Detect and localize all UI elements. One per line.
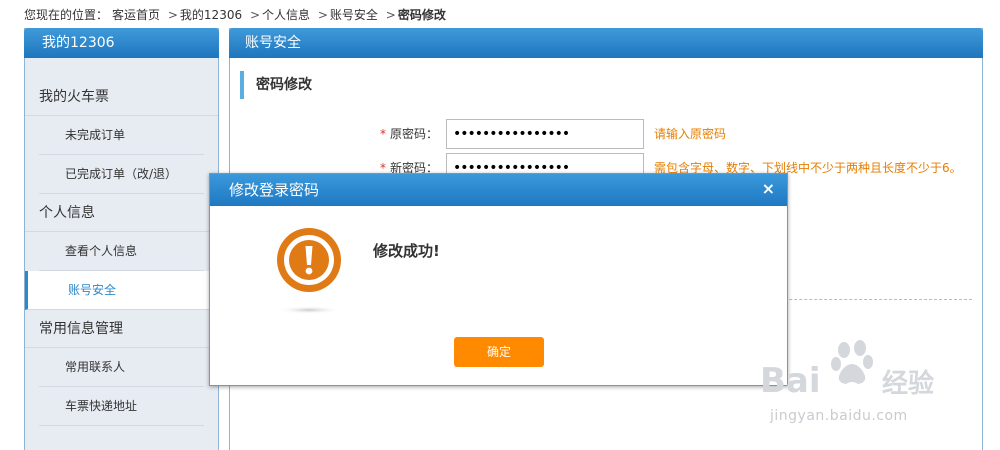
required-mark: *	[380, 127, 386, 141]
breadcrumb-item-personal-info[interactable]: 个人信息	[262, 8, 310, 22]
exclamation-circle-icon	[277, 228, 341, 314]
dialog-message: 修改成功!	[373, 242, 440, 260]
watermark-url: jingyan.baidu.com	[770, 408, 908, 424]
old-password-hint: 请输入原密码	[654, 127, 727, 141]
svg-text:Bai: Bai	[760, 361, 821, 401]
section-title: 密码修改	[240, 71, 312, 99]
breadcrumb-item-account-security[interactable]: 账号安全	[330, 8, 378, 22]
old-password-input[interactable]	[446, 119, 644, 149]
sidebar-group-common-info: 常用信息管理	[25, 310, 218, 348]
sidebar-item-unfinished-orders[interactable]: 未完成订单	[39, 116, 204, 155]
sidebar-group-my-tickets: 我的火车票	[25, 78, 218, 116]
sidebar: 我的12306 我的火车票 未完成订单 已完成订单（改/退） 个人信息 查看个人…	[24, 28, 219, 450]
sidebar-item-account-security[interactable]: 账号安全	[25, 271, 218, 310]
main-panel-title: 账号安全	[229, 28, 983, 58]
breadcrumb-item-my12306[interactable]: 我的12306	[180, 8, 242, 22]
confirm-button[interactable]: 确定	[454, 337, 544, 367]
old-password-label: 原密码：	[390, 127, 439, 141]
sidebar-group-personal-info: 个人信息	[25, 194, 218, 232]
sidebar-item-contacts[interactable]: 常用联系人	[39, 348, 204, 387]
sidebar-title: 我的12306	[24, 28, 219, 58]
breadcrumb-item-home[interactable]: 客运首页	[112, 8, 160, 22]
sidebar-item-view-personal-info[interactable]: 查看个人信息	[39, 232, 204, 271]
breadcrumb: 您现在的位置： 客运首页 > 我的12306 > 个人信息 > 账号安全 > 密码修改	[24, 6, 450, 22]
breadcrumb-separator: >	[167, 8, 178, 22]
breadcrumb-separator: >	[385, 8, 396, 22]
sidebar-item-finished-orders[interactable]: 已完成订单（改/退）	[39, 155, 204, 194]
sidebar-item-delivery-address[interactable]: 车票快递地址	[39, 387, 204, 426]
old-password-row: * 原密码： 请输入原密码	[380, 119, 726, 149]
breadcrumb-current: 密码修改	[397, 8, 446, 22]
breadcrumb-separator: >	[249, 8, 260, 22]
breadcrumb-prefix: 您现在的位置：	[24, 8, 109, 22]
svg-text:经验: 经验	[882, 368, 934, 399]
dialog-title: 修改登录密码	[210, 174, 787, 206]
sidebar-menu: 我的火车票 未完成订单 已完成订单（改/退） 个人信息 查看个人信息 账号安全 …	[25, 58, 218, 426]
breadcrumb-separator: >	[317, 8, 328, 22]
close-icon[interactable]: ×	[762, 178, 775, 200]
password-changed-dialog: 修改登录密码 × 修改成功! 确定	[209, 173, 788, 386]
